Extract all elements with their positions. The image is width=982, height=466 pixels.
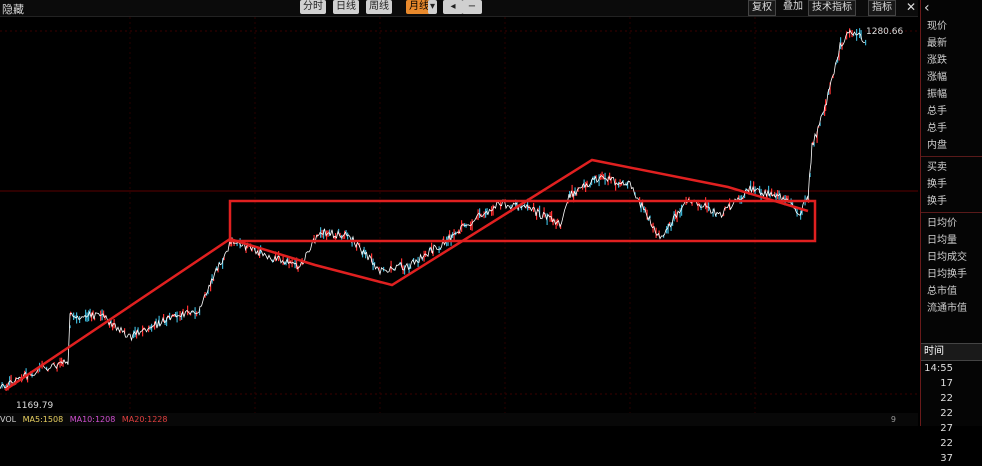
sidebar-divider bbox=[921, 212, 982, 213]
sidebar-top-item: 涨跌 bbox=[927, 55, 947, 66]
period-button-daily[interactable]: 日线 bbox=[333, 0, 359, 14]
sidebar-time-item: 37 bbox=[940, 453, 953, 464]
sidebar-top-item: 最新 bbox=[927, 38, 947, 49]
sidebar-top-item: 现价 bbox=[927, 21, 947, 32]
nav-left-icon[interactable]: ◂ bbox=[443, 0, 463, 14]
sidebar-time-item: 17 bbox=[940, 378, 953, 389]
indicator-ma10: MA10:1208 bbox=[69, 415, 116, 424]
sidebar-time-item: 14:55 bbox=[924, 363, 953, 374]
sidebar-mid-item: 换手 bbox=[927, 196, 947, 207]
overlay-button[interactable]: 叠加 bbox=[780, 0, 806, 14]
price-chart: 1280.66 1169.79 bbox=[0, 17, 918, 413]
price-line bbox=[0, 29, 866, 390]
quote-sidebar: 现价 最新 涨跌 涨幅 振幅 总手 总手 内盘 买卖 换手 换手 日均价 日均量 日均成交 日均换手 总市… bbox=[920, 0, 982, 464]
time-list: 14:55 17 22 22 27 22 37 bbox=[921, 361, 982, 466]
period-button-weekly[interactable]: 周线 bbox=[366, 0, 392, 14]
quote-list-mid: 买卖 换手 换手 bbox=[921, 159, 982, 210]
sidebar-bottom-item: 日均量 bbox=[927, 235, 957, 246]
time-header: 时间 bbox=[921, 343, 982, 361]
sidebar-bottom-item: 日均价 bbox=[927, 218, 957, 229]
sidebar-bottom-item: 总市值 bbox=[927, 286, 957, 297]
indicator-vol: VOL bbox=[0, 415, 17, 424]
close-icon[interactable]: ✕ bbox=[906, 0, 916, 14]
sidebar-top-item: 内盘 bbox=[927, 140, 947, 151]
period-button-intraday[interactable]: 分时 bbox=[300, 0, 326, 14]
sidebar-top-item: 振幅 bbox=[927, 89, 947, 100]
sidebar-time-item: 22 bbox=[940, 408, 953, 419]
chart-grid bbox=[0, 17, 918, 413]
indicator-ma5: MA5:1508 bbox=[22, 415, 64, 424]
sidebar-mid-item: 换手 bbox=[927, 179, 947, 190]
indicator-select[interactable]: 技术指标 bbox=[808, 0, 856, 16]
sidebar-top-item: 总手 bbox=[927, 106, 947, 117]
sidebar-bottom-item: 流通市值 bbox=[927, 303, 967, 314]
sidebar-bottom-item: 日均换手 bbox=[927, 269, 967, 280]
sidebar-time-item: 22 bbox=[940, 438, 953, 449]
adjust-select[interactable]: 复权 bbox=[748, 0, 776, 16]
consolidation-box-annotation bbox=[228, 199, 817, 243]
top-toolbar: 隐藏 分时 日线 周线 月线 ▾ ◂ − 复权 叠加 技术指标 指标 bbox=[0, 0, 918, 17]
price-bar bbox=[865, 39, 867, 46]
indicator-right-text: 9 bbox=[890, 415, 896, 424]
sidebar-bottom-item: 日均成交 bbox=[927, 252, 967, 263]
chart-title: 隐藏 bbox=[2, 3, 24, 16]
price-bars bbox=[1, 28, 867, 391]
price-label-high: 1280.66 bbox=[866, 27, 903, 37]
price-label-low: 1169.79 bbox=[16, 401, 53, 411]
sidebar-divider bbox=[921, 156, 982, 157]
sidebar-time-item: 22 bbox=[940, 393, 953, 404]
sidebar-mid-item: 买卖 bbox=[927, 162, 947, 173]
back-icon[interactable]: ‹ bbox=[924, 0, 930, 16]
period-dropdown-icon[interactable]: ▾ bbox=[428, 0, 438, 14]
indicator-bar: VOL MA5:1508 MA10:1208 MA20:1228 9 bbox=[0, 413, 918, 426]
quote-list-top: 现价 最新 涨跌 涨幅 振幅 总手 总手 内盘 bbox=[921, 18, 982, 154]
indicator-ma20: MA20:1228 bbox=[121, 415, 168, 424]
indicator-button[interactable]: 指标 bbox=[868, 0, 896, 16]
sidebar-top-item: 涨幅 bbox=[927, 72, 947, 83]
quote-list-bottom: 日均价日均量日均成交日均换手总市值流通市值 bbox=[921, 215, 982, 317]
zoom-out-icon[interactable]: − bbox=[462, 0, 482, 14]
sidebar-time-item: 27 bbox=[940, 423, 953, 434]
trend-line-annotation bbox=[4, 158, 809, 392]
sidebar-top-item: 总手 bbox=[927, 123, 947, 134]
